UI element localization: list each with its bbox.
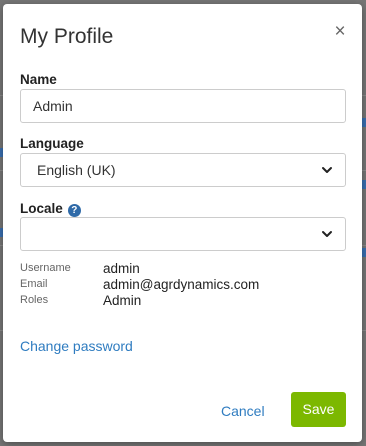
locale-select[interactable] bbox=[20, 217, 346, 251]
language-select[interactable]: English (UK) bbox=[20, 153, 346, 187]
username-value: admin bbox=[103, 260, 140, 276]
chevron-down-icon bbox=[322, 231, 332, 237]
roles-row: Roles Admin bbox=[20, 292, 350, 308]
account-info: Username admin Email admin@agrdynamics.c… bbox=[20, 260, 350, 308]
save-button[interactable]: Save bbox=[291, 392, 346, 427]
locale-label: Locale? bbox=[20, 201, 81, 217]
profile-dialog: My Profile × Name Language English (UK) … bbox=[3, 4, 362, 442]
close-icon[interactable]: × bbox=[332, 22, 348, 42]
language-label: Language bbox=[20, 136, 84, 151]
chevron-down-icon bbox=[322, 167, 332, 173]
email-value: admin@agrdynamics.com bbox=[103, 276, 260, 292]
username-row: Username admin bbox=[20, 260, 350, 276]
language-selected-value: English (UK) bbox=[37, 162, 116, 178]
username-label: Username bbox=[20, 262, 71, 274]
roles-value: Admin bbox=[103, 292, 142, 308]
question-circle-icon[interactable]: ? bbox=[67, 204, 81, 217]
cancel-button[interactable]: Cancel bbox=[221, 403, 265, 419]
dialog-title: My Profile bbox=[20, 25, 114, 48]
email-row: Email admin@agrdynamics.com bbox=[20, 276, 350, 292]
email-label: Email bbox=[20, 278, 48, 290]
dialog-header: My Profile × bbox=[3, 4, 362, 64]
name-input[interactable] bbox=[20, 89, 346, 123]
name-label: Name bbox=[20, 72, 57, 87]
locale-label-text: Locale bbox=[20, 201, 63, 216]
change-password-link[interactable]: Change password bbox=[20, 338, 133, 354]
roles-label: Roles bbox=[20, 294, 49, 306]
